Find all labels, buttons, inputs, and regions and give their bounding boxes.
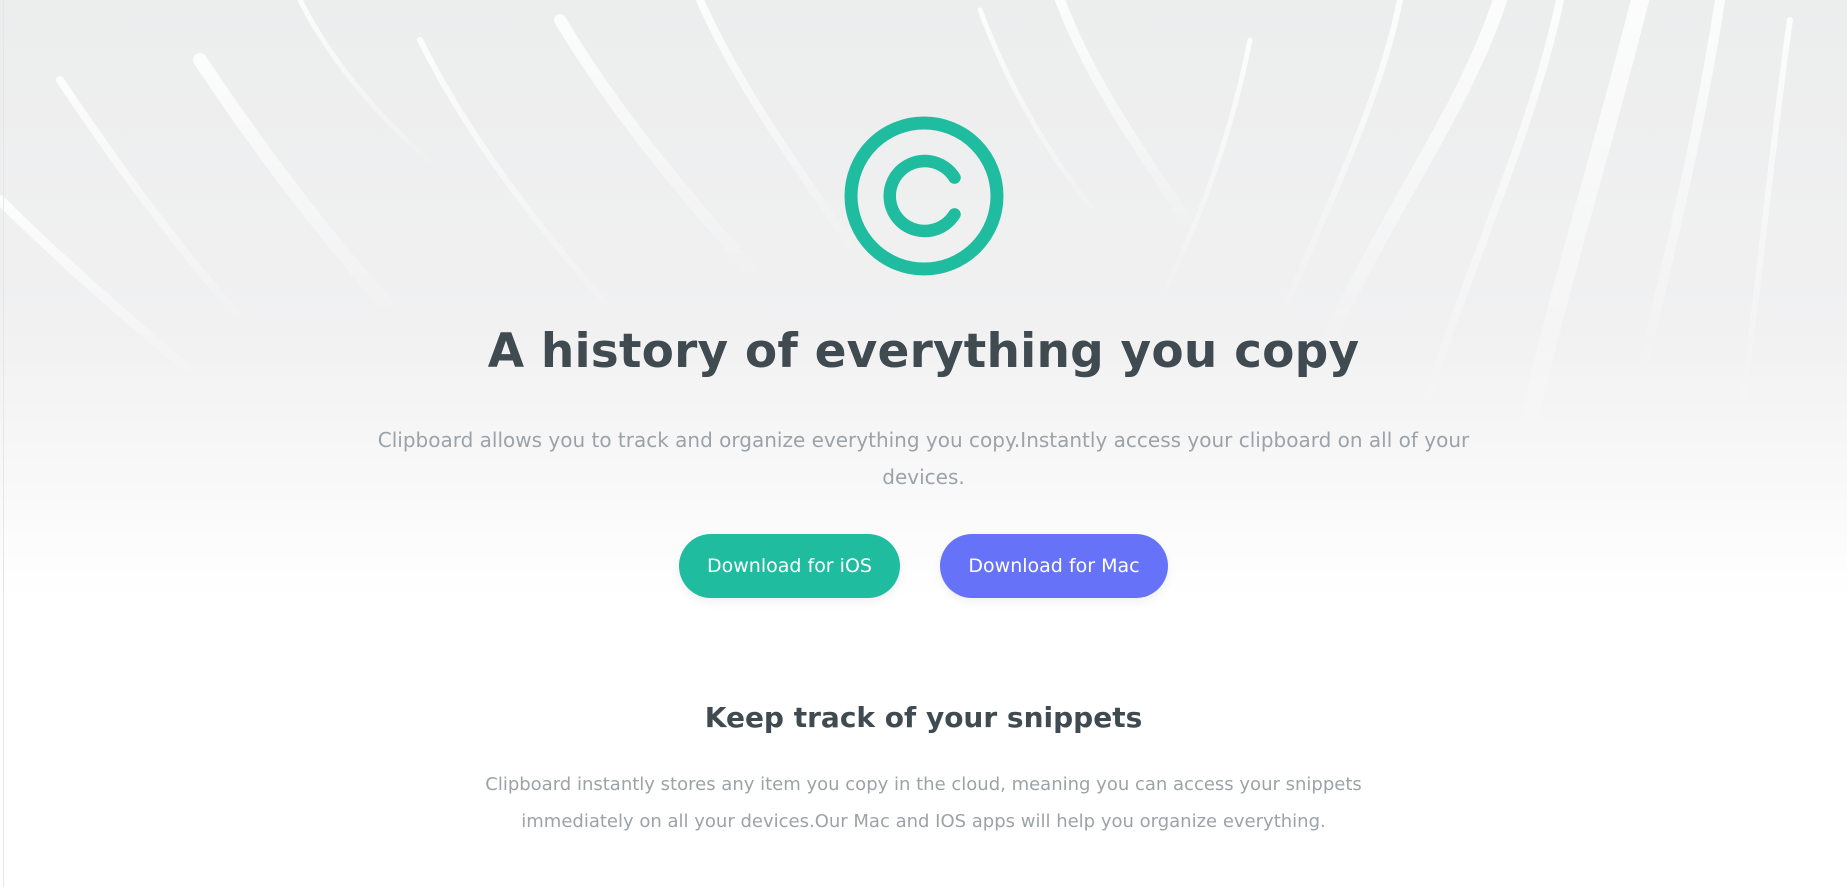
hero-description: Clipboard allows you to track and organi…	[377, 428, 1470, 489]
landing-page: A history of everything you copy Clipboa…	[0, 0, 1847, 887]
snippets-section-title: Keep track of your snippets	[704, 701, 1143, 734]
copyright-c-logo-icon	[844, 116, 1004, 276]
hero-background	[0, 0, 1847, 600]
page-edge-divider	[3, 0, 4, 887]
download-mac-button[interactable]: Download for Mac	[940, 534, 1168, 598]
download-ios-button[interactable]: Download for iOS	[679, 534, 900, 598]
snippets-section-body: Clipboard instantly stores any item you …	[485, 774, 1362, 832]
hero-headline: A history of everything you copy	[487, 324, 1360, 379]
